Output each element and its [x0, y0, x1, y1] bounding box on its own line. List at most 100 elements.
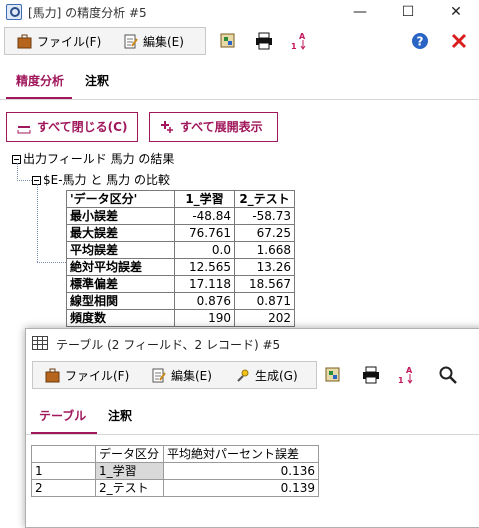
- tree-connector: [17, 180, 32, 181]
- tree-child-label: $E-馬力 と 馬力 の比較: [43, 173, 170, 187]
- file-menu-label: ファイル(F): [65, 369, 130, 383]
- close-icon[interactable]: [449, 31, 469, 51]
- sort-icon[interactable]: A1: [290, 31, 310, 51]
- analysis-app-icon: [6, 4, 22, 20]
- test-value: 13.26: [234, 258, 295, 276]
- train-value: 0.876: [174, 292, 235, 310]
- row-label: 標準偏差: [66, 275, 175, 293]
- table-toolbar: ファイル(F) 編集(E) 生成(G) A1: [26, 361, 479, 391]
- svg-text:?: ?: [417, 35, 424, 49]
- file-menu[interactable]: ファイル(F): [17, 32, 101, 52]
- accuracy-stats-table: 'データ区分' 1_学習 2_テスト 最小誤差 -48.84 -58.73 最大誤差…: [66, 190, 295, 327]
- tab-annotations[interactable]: 注釈: [85, 72, 109, 89]
- collapse-all-button[interactable]: すべて閉じる(C): [6, 112, 138, 142]
- table-row: 最大誤差 76.761 67.25: [66, 224, 295, 242]
- test-value: -58.73: [234, 207, 295, 225]
- train-value: 12.565: [174, 258, 235, 276]
- table-row[interactable]: 1 1_学習 0.136: [31, 462, 319, 480]
- tree-child-node[interactable]: $E-馬力 と 馬力 の比較: [32, 171, 170, 189]
- svg-text:1: 1: [398, 376, 404, 385]
- train-value: 76.761: [174, 224, 235, 242]
- mape-cell[interactable]: 0.139: [163, 479, 319, 497]
- tab-accuracy-analysis[interactable]: 精度分析: [16, 72, 64, 89]
- sort-icon[interactable]: A1: [397, 365, 417, 385]
- mape-cell[interactable]: 0.136: [163, 462, 319, 480]
- train-value: 0.0: [174, 241, 235, 259]
- help-icon[interactable]: ?: [410, 31, 430, 51]
- window-title: [馬力] の精度分析 #5: [28, 6, 147, 20]
- main-tab-bar: 精度分析 注釈: [0, 60, 479, 100]
- minimize-button[interactable]: —: [340, 0, 380, 24]
- node-generate-icon[interactable]: [323, 365, 343, 385]
- table-tab-bar: テーブル 注釈: [26, 395, 479, 435]
- main-toolbar: ファイル(F) 編集(E) A1 ?: [0, 27, 479, 57]
- row-index: 1: [31, 462, 96, 480]
- print-icon[interactable]: [254, 31, 274, 51]
- row-label: 最小誤差: [66, 207, 175, 225]
- column-header[interactable]: データ区分: [95, 445, 164, 463]
- table-row: 平均誤差 0.0 1.668: [66, 241, 295, 259]
- table-row: 絶対平均誤差 12.565 13.26: [66, 258, 295, 276]
- briefcase-icon: [45, 368, 60, 383]
- column-header: [31, 445, 96, 463]
- edit-menu[interactable]: 編集(E): [151, 366, 212, 386]
- tree-root-node[interactable]: 出力フィールド 馬力 の結果: [12, 150, 174, 168]
- edit-menu-label: 編集(E): [171, 369, 212, 383]
- edit-menu[interactable]: 編集(E): [123, 32, 184, 52]
- data-table: データ区分 平均絶対パーセント誤差 1 1_学習 0.136 2 2_テスト 0…: [31, 445, 319, 497]
- tab-annotations[interactable]: 注釈: [108, 407, 132, 424]
- active-tab-underline: [31, 432, 97, 434]
- row-label: 平均誤差: [66, 241, 175, 259]
- file-menu-label: ファイル(F): [37, 35, 102, 49]
- table-row: 最小誤差 -48.84 -58.73: [66, 207, 295, 225]
- column-header: 'データ区分': [66, 190, 175, 208]
- menu-bar: ファイル(F) 編集(E): [4, 27, 206, 55]
- close-window-button[interactable]: ✕: [436, 0, 476, 24]
- collapse-all-label: すべて閉じる(C): [37, 120, 128, 134]
- edit-menu-label: 編集(E): [143, 35, 184, 49]
- tree-root-label: 出力フィールド 馬力 の結果: [23, 152, 175, 166]
- search-icon[interactable]: [438, 365, 458, 385]
- test-value: 18.567: [234, 275, 295, 293]
- generate-icon: [237, 369, 249, 382]
- table-row[interactable]: 2 2_テスト 0.139: [31, 479, 319, 497]
- print-icon[interactable]: [361, 365, 381, 385]
- tree-connector: [17, 163, 18, 181]
- file-menu[interactable]: ファイル(F): [45, 366, 129, 386]
- tree-connector: [37, 184, 38, 262]
- briefcase-icon: [17, 34, 32, 49]
- test-value: 67.25: [234, 224, 295, 242]
- row-label: 絶対平均誤差: [66, 258, 175, 276]
- active-tab-underline: [6, 97, 72, 99]
- partition-cell[interactable]: 2_テスト: [95, 479, 164, 497]
- table-menu-bar: ファイル(F) 編集(E) 生成(G): [32, 361, 317, 389]
- row-label: 最大誤差: [66, 224, 175, 242]
- expand-all-button[interactable]: すべて展開表示: [149, 112, 278, 142]
- node-generate-icon[interactable]: [218, 31, 238, 51]
- partition-cell[interactable]: 1_学習: [95, 462, 164, 480]
- test-value: 0.871: [234, 292, 295, 310]
- generate-menu-label: 生成(G): [255, 369, 298, 383]
- expand-icon: [161, 121, 173, 133]
- table-row: 頻度数 190 202: [66, 309, 295, 327]
- table-window: テーブル (2 フィールド、2 レコード) #5 ファイル(F) 編集(E) 生…: [25, 328, 479, 528]
- row-label: 頻度数: [66, 309, 175, 327]
- maximize-button[interactable]: ☐: [388, 0, 428, 24]
- table-icon: [32, 336, 48, 350]
- generate-menu[interactable]: 生成(G): [235, 366, 298, 386]
- svg-text:A: A: [299, 32, 306, 41]
- expand-all-label: すべて展開表示: [180, 120, 263, 134]
- row-index: 2: [31, 479, 96, 497]
- svg-text:1: 1: [291, 42, 297, 51]
- table-header-row: データ区分 平均絶対パーセント誤差: [31, 445, 319, 463]
- table-header-row: 'データ区分' 1_学習 2_テスト: [66, 190, 295, 208]
- column-header[interactable]: 平均絶対パーセント誤差: [163, 445, 319, 463]
- table-row: 標準偏差 17.118 18.567: [66, 275, 295, 293]
- tree-connector: [37, 262, 66, 263]
- svg-text:A: A: [406, 366, 413, 375]
- row-label: 線型相関: [66, 292, 175, 310]
- test-value: 1.668: [234, 241, 295, 259]
- table-window-title: テーブル (2 フィールド、2 レコード) #5: [56, 338, 281, 352]
- column-header: 1_学習: [174, 190, 235, 208]
- tab-table[interactable]: テーブル: [39, 407, 86, 424]
